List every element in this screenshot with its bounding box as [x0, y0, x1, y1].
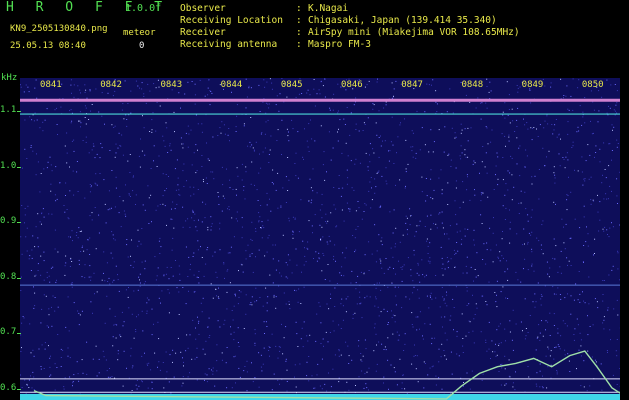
x-tick-label: 0849 — [521, 80, 544, 90]
meta-sep: : — [296, 15, 302, 26]
bottom-band — [20, 394, 620, 400]
meta-observer: Observer: K.Nagai — [180, 3, 520, 15]
y-tick-mark — [17, 166, 21, 168]
x-tick-label: 0842 — [100, 80, 122, 90]
filename-label: KN9_2505130840.png — [10, 24, 108, 34]
y-tick-label: 0.6 — [0, 382, 17, 393]
y-tick-mark — [17, 333, 21, 335]
hrofft-window: H R O F F T 1.0.0f KN9_2505130840.png me… — [0, 0, 629, 400]
meta-key: Receiving antenna — [180, 39, 278, 50]
x-tick-label: 0850 — [581, 80, 604, 90]
meta-value: Maspro FM-3 — [308, 39, 371, 50]
meta-key: Observer — [180, 3, 226, 14]
y-tick-label: 1.1 — [0, 105, 17, 116]
meta-sep: : — [296, 39, 302, 50]
meta-value: AirSpy mini (Miakejima VOR 108.65MHz) — [308, 27, 520, 38]
spectrogram-plot — [20, 78, 620, 400]
y-tick-label: 0.7 — [0, 327, 17, 338]
meta-value: Chigasaki, Japan (139.414 35.340) — [308, 15, 497, 26]
meta-sep: : — [296, 27, 302, 38]
observation-metadata: Observer: K.Nagai Receiving Location: Chig… — [180, 3, 520, 51]
x-tick-label: 0845 — [280, 80, 303, 90]
meta-key: Receiving Location — [180, 15, 283, 26]
y-tick-mark — [17, 277, 21, 279]
x-tick-label: 0847 — [401, 80, 423, 90]
meta-receiver: Receiver: AirSpy mini (Miakejima VOR 108.… — [180, 27, 520, 39]
x-tick-label: 0846 — [341, 80, 363, 90]
noise-speckle — [20, 78, 620, 400]
y-tick-label: 0.8 — [0, 271, 17, 282]
x-tick-label: 0841 — [40, 80, 62, 90]
y-axis-unit-label: kHz — [1, 73, 18, 83]
meteor-label: meteor — [123, 28, 156, 38]
meta-location: Receiving Location: Chigasaki, Japan (139… — [180, 15, 520, 27]
meta-sep: : — [296, 3, 302, 14]
meta-value: K.Nagai — [308, 3, 349, 14]
y-tick-label: 1.0 — [0, 160, 17, 171]
x-tick-label: 0844 — [220, 80, 243, 90]
timestamp-label: 25.05.13 08:40 — [10, 41, 86, 51]
version-label: 1.0.0f — [125, 3, 162, 14]
y-tick-mark — [17, 388, 21, 390]
y-tick-mark — [17, 222, 21, 224]
x-tick-label: 0848 — [461, 80, 484, 90]
y-tick-mark — [17, 111, 21, 113]
meta-key: Receiver — [180, 27, 226, 38]
y-tick-label: 0.9 — [0, 216, 17, 227]
meta-antenna: Receiving antenna: Maspro FM-3 — [180, 39, 520, 51]
spectrogram-svg — [20, 78, 620, 400]
meteor-count: 0 — [139, 41, 145, 51]
x-tick-label: 0843 — [160, 80, 183, 90]
